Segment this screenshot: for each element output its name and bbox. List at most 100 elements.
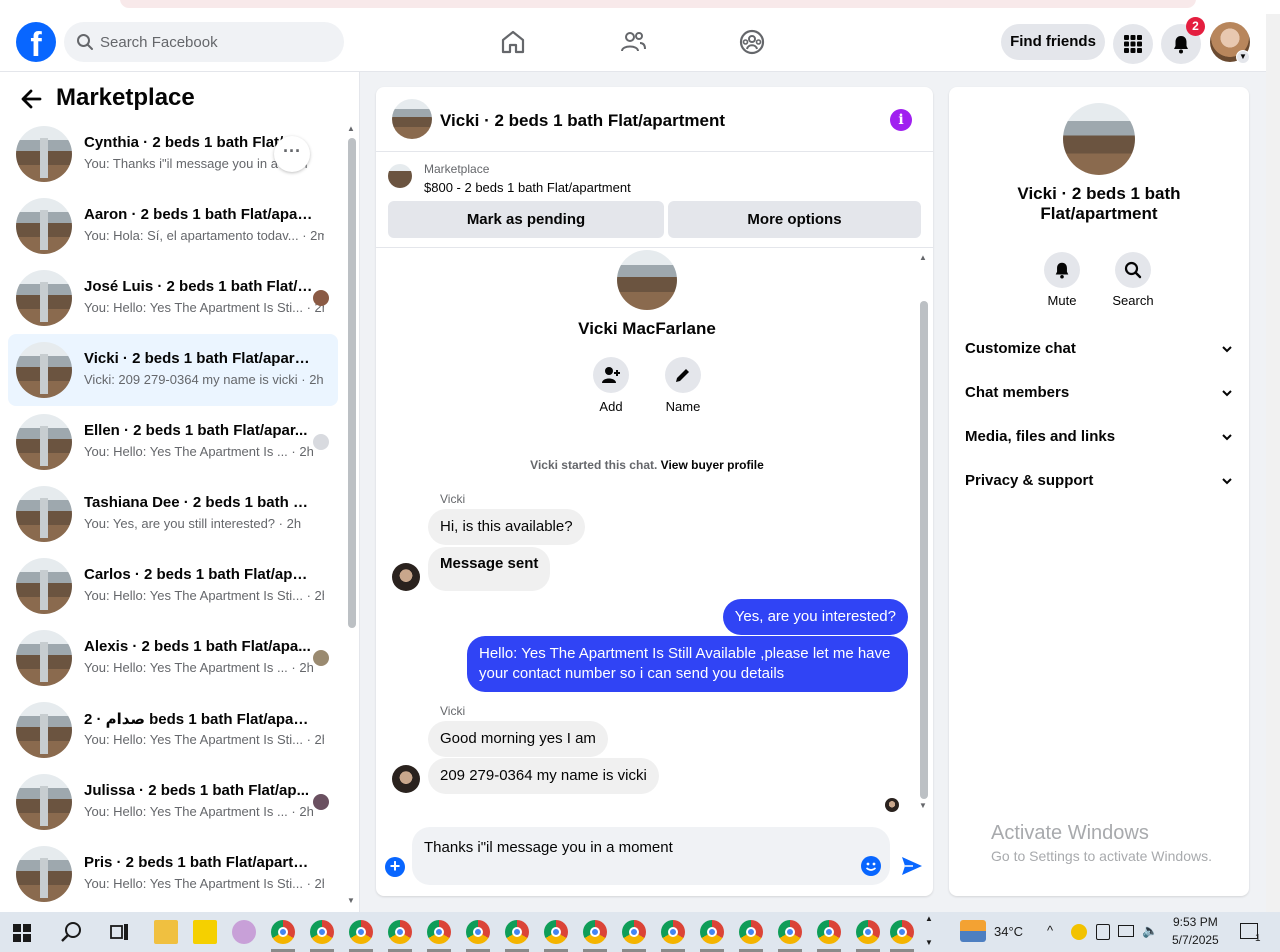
taskbar-scroll-up-icon[interactable]: ▲: [925, 914, 933, 923]
more-options-icon[interactable]: ···: [274, 136, 310, 172]
chrome-icon[interactable]: [466, 920, 490, 944]
groups-icon[interactable]: [736, 26, 768, 58]
media-files-section[interactable]: Media, files and links: [965, 417, 1233, 457]
send-icon[interactable]: [900, 854, 924, 878]
sticky-notes-icon[interactable]: [193, 920, 217, 944]
chrome-icon[interactable]: [349, 920, 373, 944]
listing-thumbnail[interactable]: [388, 164, 412, 188]
chat-scrollbar[interactable]: ▲ ▼: [918, 253, 930, 813]
listing-avatar[interactable]: [1063, 103, 1135, 175]
listing-thumbnail[interactable]: [392, 99, 432, 139]
search-input[interactable]: [100, 22, 330, 62]
mark-pending-button[interactable]: Mark as pending: [388, 201, 664, 238]
list-item[interactable]: صدام · 2 beds 1 bath Flat/apartment s...…: [8, 694, 338, 766]
view-buyer-profile-link[interactable]: View buyer profile: [661, 458, 764, 472]
mute-button[interactable]: [1044, 252, 1080, 288]
chrome-icon[interactable]: [817, 920, 841, 944]
scrollbar-thumb[interactable]: [348, 138, 356, 628]
chrome-icon[interactable]: [544, 920, 568, 944]
taskbar-scroll-down-icon[interactable]: ▼: [925, 938, 933, 947]
chrome-icon[interactable]: [778, 920, 802, 944]
tray-app-icon[interactable]: [1071, 924, 1087, 940]
clock-date[interactable]: 5/7/2025: [1172, 933, 1219, 947]
volume-icon[interactable]: 🔈: [1142, 923, 1158, 939]
chrome-icon[interactable]: [388, 920, 412, 944]
name-button[interactable]: [665, 357, 701, 393]
list-item[interactable]: Julissa · 2 beds 1 bath Flat/ap... You: H…: [8, 766, 338, 838]
sender-avatar[interactable]: [392, 563, 420, 591]
chrome-icon[interactable]: [583, 920, 607, 944]
task-view-icon[interactable]: [110, 922, 130, 947]
emoji-icon[interactable]: [861, 856, 881, 876]
list-item[interactable]: José Luis · 2 beds 1 bath Flat/a... You: …: [8, 262, 338, 334]
chrome-icon[interactable]: [271, 920, 295, 944]
buyer-avatar[interactable]: [617, 250, 677, 310]
privacy-support-section[interactable]: Privacy & support: [965, 461, 1233, 501]
clock-time[interactable]: 9:53 PM: [1173, 915, 1218, 929]
chrome-icon[interactable]: [427, 920, 451, 944]
meet-now-icon[interactable]: [1096, 924, 1110, 940]
chat-title[interactable]: Vicki · 2 beds 1 bath Flat/apartment: [440, 111, 725, 131]
scroll-down-icon[interactable]: ▼: [347, 896, 355, 905]
scroll-down-icon[interactable]: ▼: [919, 801, 927, 810]
sidebar-scrollbar[interactable]: ▲ ▼: [346, 124, 358, 906]
scroll-up-icon[interactable]: ▲: [919, 253, 927, 262]
chrome-icon[interactable]: [890, 920, 914, 944]
sender-avatar[interactable]: [392, 765, 420, 793]
chevron-down-icon: [1222, 434, 1232, 441]
outgoing-message[interactable]: Hello: Yes The Apartment Is Still Availa…: [467, 636, 908, 692]
chevron-down-icon[interactable]: ▼: [1236, 50, 1250, 64]
chat-members-section[interactable]: Chat members: [965, 373, 1233, 413]
friends-icon[interactable]: [617, 26, 649, 58]
search-box[interactable]: [64, 22, 344, 62]
scroll-up-icon[interactable]: ▲: [347, 124, 355, 133]
chrome-icon[interactable]: [661, 920, 685, 944]
listing-price[interactable]: $800 - 2 beds 1 bath Flat/apartment: [424, 180, 631, 195]
chrome-icon[interactable]: [739, 920, 763, 944]
info-icon[interactable]: i: [890, 109, 912, 131]
listing-thumbnail: [16, 486, 72, 542]
incoming-message[interactable]: Message sent: [428, 547, 551, 591]
list-item[interactable]: Ellen · 2 beds 1 bath Flat/apar... You: H…: [8, 406, 338, 478]
chrome-icon[interactable]: [622, 920, 646, 944]
taskbar-search-icon[interactable]: [60, 921, 82, 948]
find-friends-button[interactable]: Find friends: [1001, 24, 1105, 60]
message-input[interactable]: Thanks i"il message you in a moment: [412, 827, 890, 885]
list-item[interactable]: Tashiana Dee · 2 beds 1 bath Flat... You:…: [8, 478, 338, 550]
temperature[interactable]: 34°C: [994, 924, 1023, 939]
network-icon[interactable]: [1118, 925, 1134, 937]
list-item[interactable]: Vicki · 2 beds 1 bath Flat/apartm... Vick…: [8, 334, 338, 406]
notification-center-count: 1: [1255, 933, 1261, 944]
menu-grid-button[interactable]: [1113, 24, 1153, 64]
file-explorer-icon[interactable]: [154, 920, 178, 944]
list-item[interactable]: Aaron · 2 beds 1 bath Flat/apart... You: …: [8, 190, 338, 262]
weather-icon[interactable]: [960, 920, 986, 942]
list-item[interactable]: Carlos · 2 beds 1 bath Flat/apart... You:…: [8, 550, 338, 622]
chevron-down-icon: [1222, 346, 1232, 353]
home-icon[interactable]: [497, 26, 529, 58]
incoming-message[interactable]: 209 279-0364 my name is vicki: [428, 758, 659, 794]
chrome-icon[interactable]: [310, 920, 334, 944]
buyer-name: Vicki MacFarlane: [578, 319, 716, 338]
outgoing-message[interactable]: Yes, are you interested?: [722, 599, 908, 635]
chrome-icon[interactable]: [856, 920, 880, 944]
back-arrow-icon[interactable]: [20, 88, 42, 117]
chevron-up-icon[interactable]: ^: [1047, 923, 1053, 938]
incoming-message[interactable]: Good morning yes I am: [428, 721, 608, 757]
facebook-logo[interactable]: f: [16, 22, 56, 62]
more-options-button[interactable]: More options: [668, 201, 921, 238]
chrome-icon[interactable]: [700, 920, 724, 944]
list-item[interactable]: Pris · 2 beds 1 bath Flat/apartme... You:…: [8, 838, 338, 910]
paint-icon[interactable]: [232, 920, 256, 944]
search-button[interactable]: [1115, 252, 1151, 288]
scrollbar-thumb[interactable]: [920, 301, 928, 799]
chrome-icon[interactable]: [505, 920, 529, 944]
chat-started-notice: Vicki started this chat. View buyer prof…: [376, 458, 918, 472]
page-scrollbar[interactable]: [1266, 14, 1280, 912]
incoming-message[interactable]: Hi, is this available?: [428, 509, 585, 545]
list-item[interactable]: Alexis · 2 beds 1 bath Flat/apa... You: H…: [8, 622, 338, 694]
add-button[interactable]: [593, 357, 629, 393]
customize-chat-section[interactable]: Customize chat: [965, 329, 1233, 369]
windows-start-icon[interactable]: [13, 924, 31, 947]
plus-icon[interactable]: +: [385, 857, 405, 877]
